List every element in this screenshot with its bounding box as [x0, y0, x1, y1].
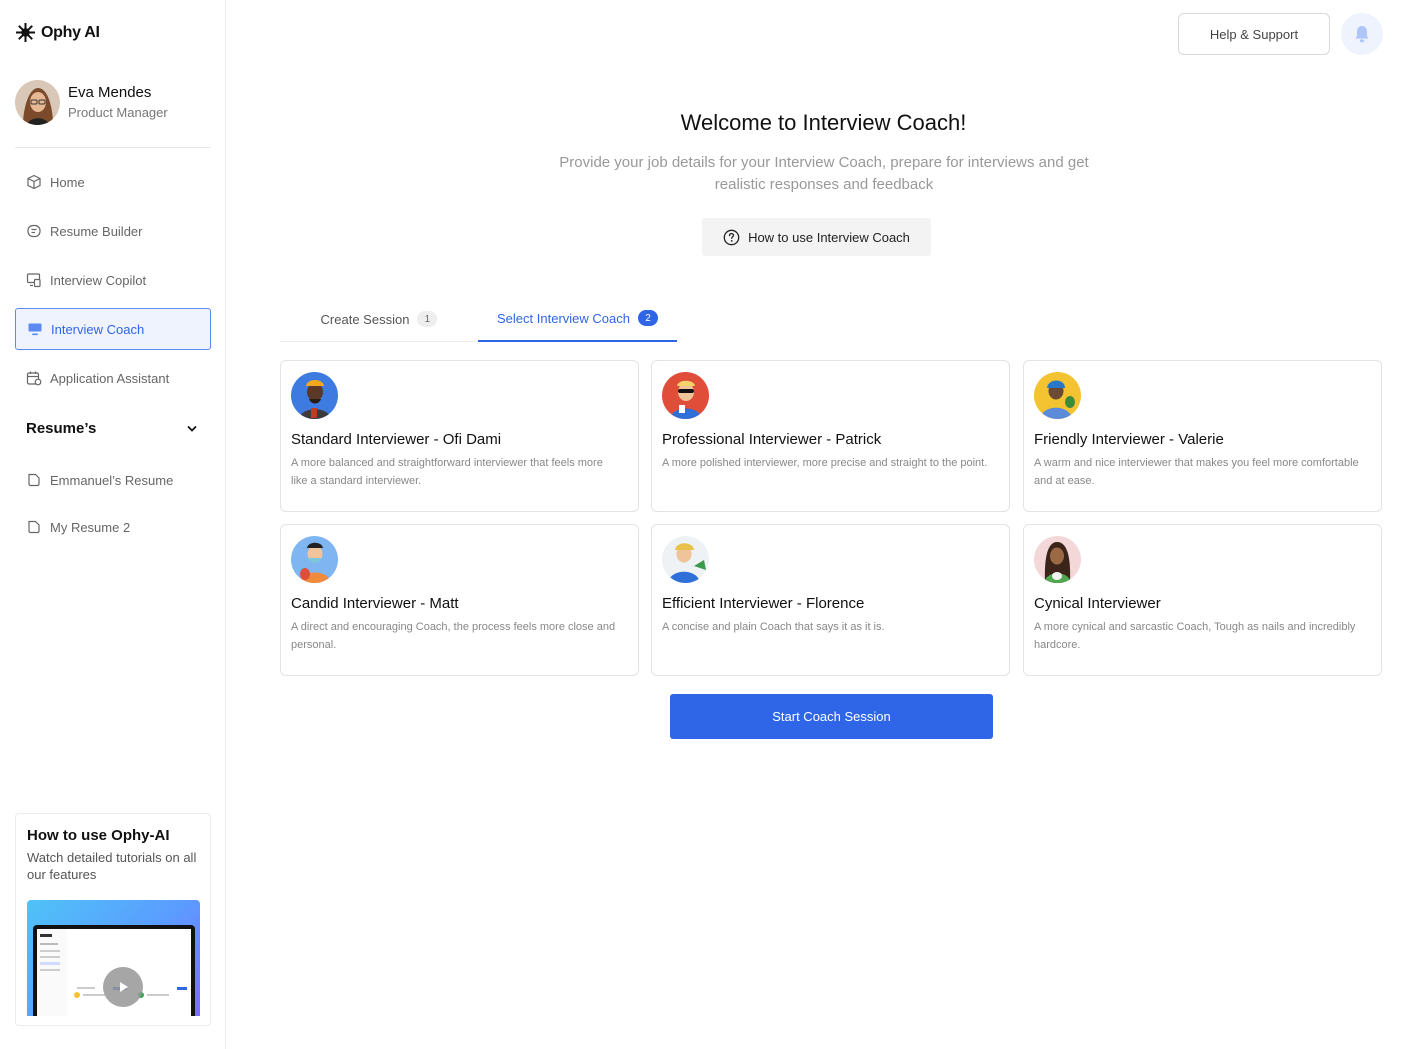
coach-card-friendly[interactable]: Friendly Interviewer - Valerie A warm an…: [1023, 360, 1382, 512]
start-coach-session-button[interactable]: Start Coach Session: [670, 694, 993, 739]
sidebar-item-label: Emmanuel’s Resume: [50, 472, 174, 488]
sidebar-item-my-resume-2[interactable]: My Resume 2: [15, 506, 211, 548]
avatar: [15, 80, 60, 125]
monitor-icon: [28, 323, 42, 336]
calendar-icon: [26, 371, 42, 386]
coach-card-candid[interactable]: Candid Interviewer - Matt A direct and e…: [280, 524, 639, 676]
coach-card-cynical[interactable]: Cynical Interviewer A more cynical and s…: [1023, 524, 1382, 676]
tutorial-video-thumbnail[interactable]: [27, 900, 200, 1016]
coach-avatar: [291, 536, 338, 583]
tutorial-description: Watch detailed tutorials on all our feat…: [27, 850, 197, 882]
user-role: Product Manager: [68, 104, 168, 120]
page-title: Welcome to Interview Coach!: [680, 110, 967, 135]
coach-description: A more polished interviewer, more precis…: [662, 457, 988, 469]
step-badge: 2: [637, 310, 658, 326]
resumes-section-toggle[interactable]: Resume’s: [26, 420, 198, 437]
how-to-use-button[interactable]: How to use Interview Coach: [702, 218, 931, 256]
file-icon: [28, 520, 40, 534]
coach-title: Standard Interviewer - Ofi Dami: [291, 431, 502, 448]
sidebar-item-emmanuels-resume[interactable]: Emmanuel’s Resume: [15, 459, 211, 501]
sidebar-item-label: My Resume 2: [50, 519, 131, 535]
resumes-section-title: Resume’s: [26, 420, 97, 437]
coach-card-standard[interactable]: Standard Interviewer - Ofi Dami A more b…: [280, 360, 639, 512]
coach-title: Efficient Interviewer - Florence: [662, 595, 865, 612]
coach-avatar: [1034, 536, 1081, 583]
sidebar-item-label: Interview Copilot: [50, 272, 147, 288]
coach-avatar: [662, 536, 709, 583]
tutorial-title: How to use Ophy-AI: [27, 827, 170, 844]
session-tabs: Create Session 1 Select Interview Coach …: [280, 296, 677, 342]
coach-card-professional[interactable]: Professional Interviewer - Patrick A mor…: [651, 360, 1010, 512]
document-icon: [27, 224, 41, 238]
how-to-use-label: How to use Interview Coach: [748, 229, 910, 245]
page-subtitle: Provide your job details for your Interv…: [559, 154, 1089, 193]
sidebar-item-interview-copilot[interactable]: Interview Copilot: [15, 259, 211, 301]
sidebar-divider: [15, 147, 210, 148]
coach-title: Cynical Interviewer: [1034, 595, 1161, 612]
file-icon: [28, 473, 40, 487]
coach-avatar: [291, 372, 338, 419]
coach-card-efficient[interactable]: Efficient Interviewer - Florence A conci…: [651, 524, 1010, 676]
step-badge: 1: [417, 311, 438, 327]
help-circle-icon: [723, 229, 740, 245]
coach-description: A direct and encouraging Coach, the proc…: [291, 621, 616, 651]
coach-description: A concise and plain Coach that says it a…: [662, 621, 885, 633]
sidebar-item-resume-builder[interactable]: Resume Builder: [15, 210, 211, 252]
sidebar-item-home[interactable]: Home: [15, 161, 211, 203]
laptop-screen: [33, 925, 195, 1016]
sidebar-item-interview-coach[interactable]: Interview Coach: [15, 308, 211, 350]
sidebar-item-label: Application Assistant: [50, 370, 170, 386]
sidebar-item-application-assistant[interactable]: Application Assistant: [15, 357, 211, 399]
coach-description: A more cynical and sarcastic Coach, Toug…: [1034, 621, 1356, 651]
sidebar-item-label: Resume Builder: [50, 223, 143, 239]
devices-icon: [26, 273, 41, 288]
tab-label: Select Interview Coach: [497, 310, 630, 326]
user-profile[interactable]: Eva Mendes Product Manager: [15, 80, 168, 125]
app-logo[interactable]: Ophy AI: [15, 22, 100, 43]
coach-title: Friendly Interviewer - Valerie: [1034, 431, 1224, 448]
notifications-button[interactable]: [1341, 13, 1383, 55]
sidebar-item-label: Interview Coach: [51, 321, 145, 337]
play-icon[interactable]: [103, 967, 143, 1007]
chevron-down-icon: [187, 425, 197, 432]
tutorial-card: How to use Ophy-AI Watch detailed tutori…: [15, 813, 211, 1026]
coach-avatar: [662, 372, 709, 419]
help-support-button[interactable]: Help & Support: [1178, 13, 1330, 55]
coach-description: A more balanced and straightforward inte…: [291, 457, 603, 487]
coach-title: Candid Interviewer - Matt: [291, 595, 459, 612]
cube-icon: [27, 174, 41, 190]
tab-label: Create Session: [320, 311, 410, 327]
coach-avatar: [1034, 372, 1081, 419]
sidebar-item-label: Home: [50, 174, 85, 190]
user-name: Eva Mendes: [68, 83, 152, 101]
ophy-logo-icon: [16, 23, 35, 42]
tab-create-session[interactable]: Create Session 1: [280, 296, 478, 342]
app-name: Ophy AI: [41, 23, 100, 41]
tab-select-interview-coach[interactable]: Select Interview Coach 2: [478, 296, 677, 342]
bell-icon: [1355, 26, 1369, 43]
coach-title: Professional Interviewer - Patrick: [662, 431, 882, 448]
coach-description: A warm and nice interviewer that makes y…: [1034, 457, 1359, 487]
sidebar: Ophy AI Eva Mendes Product Manager Home …: [0, 0, 226, 1049]
